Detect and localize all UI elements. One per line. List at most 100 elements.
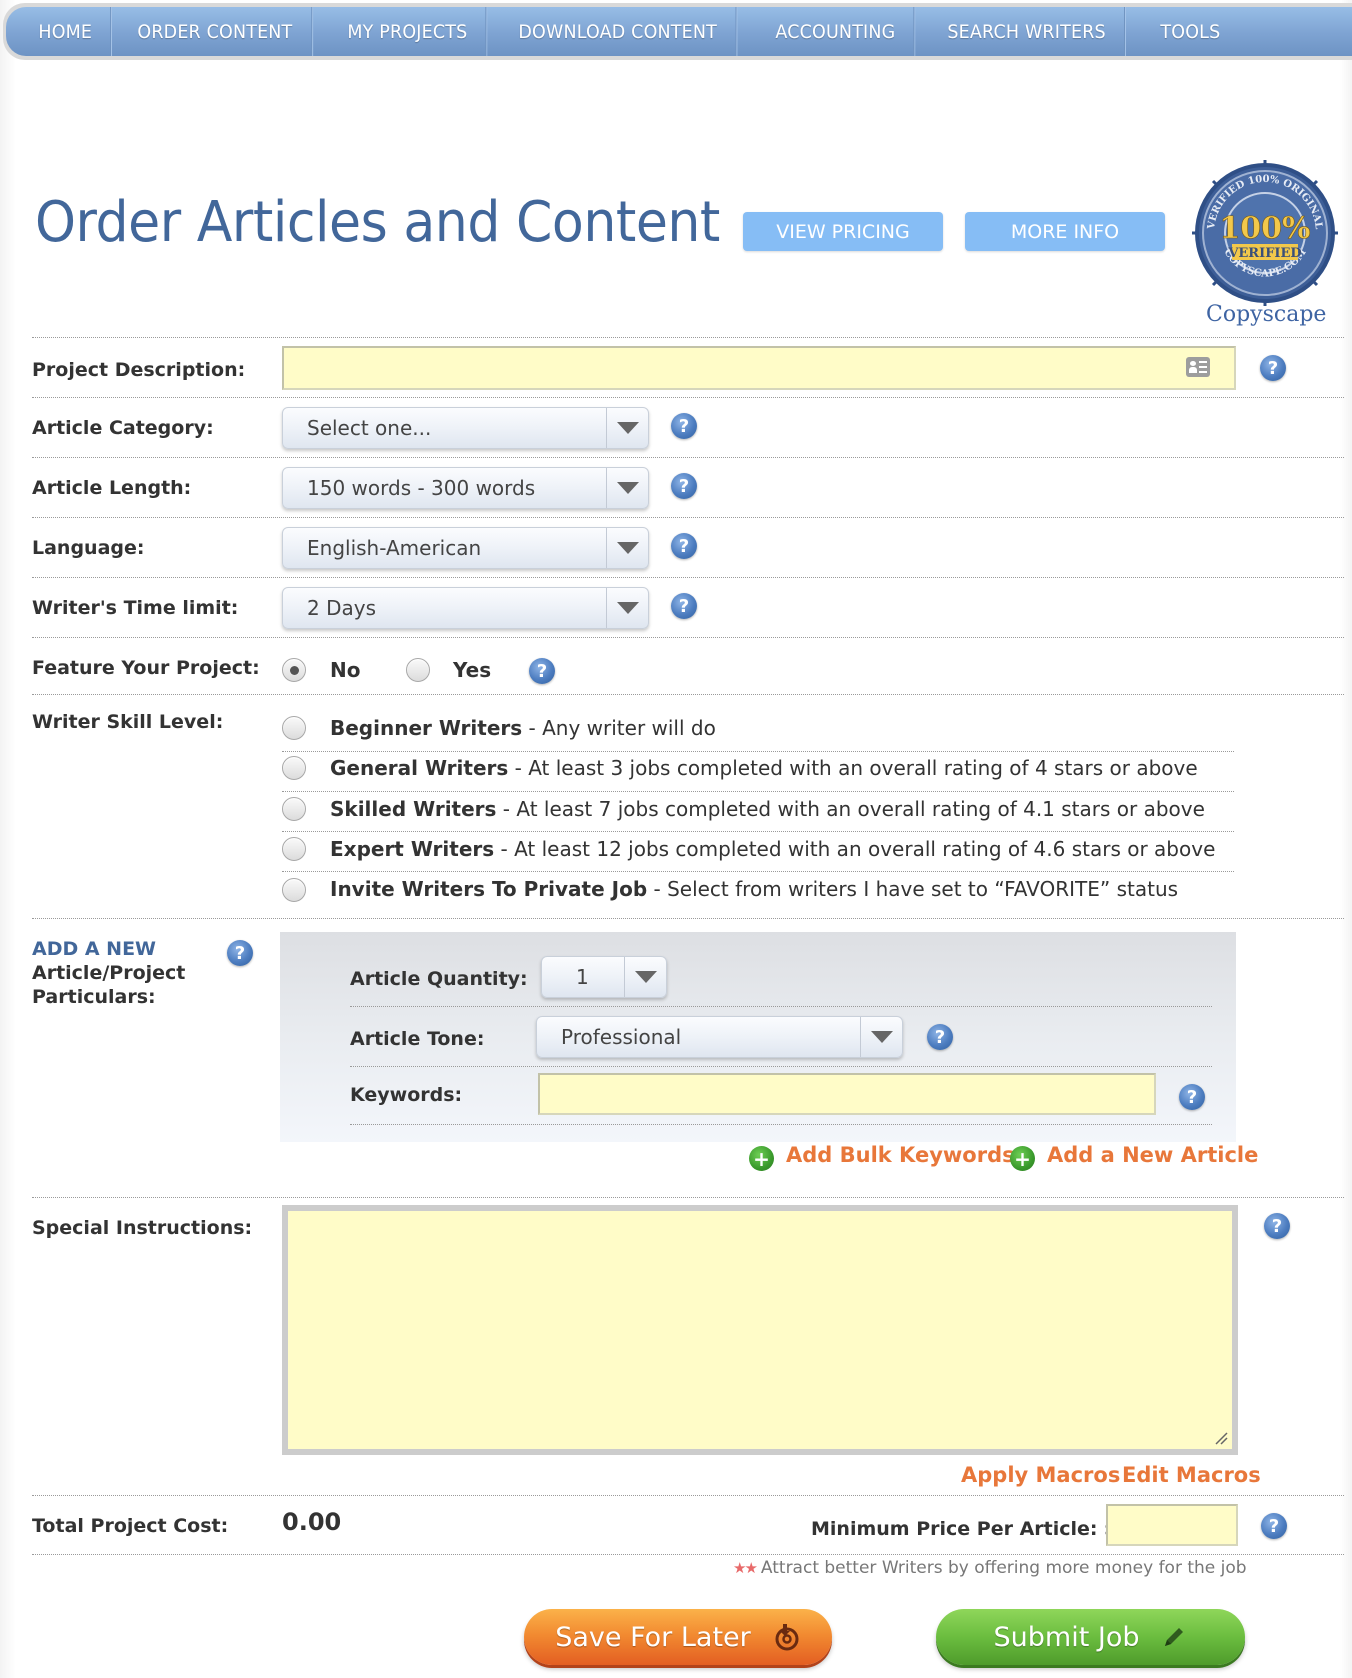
nav-accounting[interactable]: ACCOUNTING [757, 7, 915, 56]
save-for-later-label: Save For Later [555, 1621, 751, 1653]
chevron-down-icon[interactable] [860, 1017, 902, 1057]
page-title: Order Articles and Content [35, 190, 720, 255]
add-new-article-plus-icon[interactable]: + [1010, 1146, 1035, 1171]
min-price-hint: ★★ Attract better Writers by offering mor… [733, 1558, 1247, 1578]
skill-private-option[interactable]: Invite Writers To Private Job - Select f… [330, 877, 1178, 901]
copyscape-label[interactable]: Copyscape [1206, 302, 1326, 327]
skill-beginner-option[interactable]: Beginner Writers - Any writer will do [330, 716, 716, 740]
divider [282, 791, 1234, 792]
main-nav: HOME ORDER CONTENT MY PROJECTS DOWNLOAD … [3, 3, 1352, 60]
article-length-select[interactable]: 150 words - 300 words [282, 467, 649, 509]
submit-job-button[interactable]: Submit Job [936, 1609, 1245, 1665]
article-length-label: Article Length: [32, 477, 192, 499]
nav-bar: HOME ORDER CONTENT MY PROJECTS DOWNLOAD … [6, 7, 1352, 56]
view-pricing-button[interactable]: VIEW PRICING [743, 212, 943, 251]
article-quantity-label: Article Quantity: [350, 968, 528, 990]
chevron-down-icon[interactable] [606, 528, 648, 568]
divider [350, 1006, 1212, 1007]
article-category-label: Article Category: [32, 417, 214, 439]
apply-macros-link[interactable]: Apply Macros [961, 1463, 1120, 1487]
skill-private-radio[interactable] [282, 878, 306, 902]
submit-job-label: Submit Job [993, 1621, 1140, 1653]
special-instructions-textarea[interactable] [282, 1205, 1238, 1455]
svg-text:100%: 100% [1219, 211, 1310, 246]
skill-general-radio[interactable] [282, 756, 306, 780]
skill-skilled-radio[interactable] [282, 797, 306, 821]
article-category-help-icon[interactable]: ? [671, 413, 697, 439]
edit-macros-link[interactable]: Edit Macros [1122, 1463, 1261, 1487]
feature-yes-radio[interactable] [406, 658, 430, 682]
particulars-label-line1: Article/Project [32, 962, 186, 984]
article-length-help-icon[interactable]: ? [671, 473, 697, 499]
nav-download-content[interactable]: DOWNLOAD CONTENT [500, 7, 737, 56]
divider [32, 577, 1344, 578]
language-help-icon[interactable]: ? [671, 533, 697, 559]
total-cost-label: Total Project Cost: [32, 1515, 229, 1537]
pencil-icon [1161, 1624, 1187, 1650]
add-bulk-keywords-link[interactable]: Add Bulk Keywords [786, 1143, 1015, 1167]
chevron-down-icon[interactable] [606, 468, 648, 508]
min-price-input[interactable] [1106, 1504, 1238, 1546]
chevron-down-icon[interactable] [606, 588, 648, 628]
time-limit-label: Writer's Time limit: [32, 597, 239, 619]
chevron-down-icon[interactable] [606, 408, 648, 448]
total-cost-value: 0.00 [282, 1508, 342, 1536]
stars-icon: ★★ [733, 1559, 758, 1577]
particulars-label-line2: Particulars: [32, 986, 156, 1008]
skill-skilled-option[interactable]: Skilled Writers - At least 7 jobs comple… [330, 797, 1205, 821]
nav-home[interactable]: HOME [20, 7, 112, 56]
keywords-help-icon[interactable]: ? [1179, 1084, 1205, 1110]
divider [282, 871, 1234, 872]
skill-expert-radio[interactable] [282, 837, 306, 861]
more-info-button[interactable]: MORE INFO [965, 212, 1165, 251]
article-tone-select[interactable]: Professional [536, 1016, 903, 1058]
time-limit-value: 2 Days [307, 596, 376, 620]
skill-expert-option[interactable]: Expert Writers - At least 12 jobs comple… [330, 837, 1215, 861]
article-quantity-value: 1 [576, 965, 589, 989]
save-disc-icon [773, 1623, 801, 1651]
nav-my-projects[interactable]: MY PROJECTS [329, 7, 487, 56]
article-tone-help-icon[interactable]: ? [927, 1024, 953, 1050]
article-category-select[interactable]: Select one... [282, 407, 649, 449]
feature-no-label[interactable]: No [330, 658, 360, 682]
nav-order-content[interactable]: ORDER CONTENT [119, 7, 313, 56]
copyscape-badge[interactable]: VERIFIED 100% ORIGINAL COPYSCAPE.COM 100… [1192, 160, 1338, 306]
divider [282, 831, 1234, 832]
divider [32, 397, 1344, 398]
min-price-help-icon[interactable]: ? [1261, 1513, 1287, 1539]
divider [32, 1554, 1344, 1555]
divider [32, 1197, 1344, 1198]
svg-text:VERIFIED: VERIFIED [1227, 246, 1301, 261]
nav-tools[interactable]: TOOLS [1142, 7, 1239, 56]
time-limit-help-icon[interactable]: ? [671, 593, 697, 619]
divider [32, 637, 1344, 638]
feature-no-radio[interactable] [282, 658, 306, 682]
save-for-later-button[interactable]: Save For Later [524, 1609, 832, 1665]
language-select[interactable]: English-American [282, 527, 649, 569]
special-instructions-help-icon[interactable]: ? [1264, 1213, 1290, 1239]
divider [350, 1124, 1212, 1125]
divider [32, 457, 1344, 458]
add-new-article-link[interactable]: Add a New Article [1047, 1143, 1258, 1167]
divider [32, 694, 1344, 695]
feature-yes-label[interactable]: Yes [453, 658, 491, 682]
skill-beginner-radio[interactable] [282, 716, 306, 740]
add-bulk-keywords-plus-icon[interactable]: + [749, 1146, 774, 1171]
project-description-input[interactable] [282, 346, 1236, 390]
writer-skill-label: Writer Skill Level: [32, 711, 224, 733]
divider [32, 517, 1344, 518]
feature-project-help-icon[interactable]: ? [529, 658, 555, 684]
language-value: English-American [307, 536, 482, 560]
time-limit-select[interactable]: 2 Days [282, 587, 649, 629]
divider [32, 1495, 1344, 1496]
hint-text: Attract better Writers by offering more … [760, 1558, 1247, 1578]
keywords-input[interactable] [538, 1073, 1156, 1115]
skill-general-option[interactable]: General Writers - At least 3 jobs comple… [330, 756, 1198, 780]
article-quantity-select[interactable]: 1 [541, 956, 667, 998]
particulars-help-icon[interactable]: ? [227, 940, 253, 966]
resize-handle-icon[interactable] [1214, 1431, 1228, 1445]
chevron-down-icon[interactable] [624, 957, 666, 997]
project-description-help-icon[interactable]: ? [1260, 355, 1286, 381]
contact-card-icon[interactable] [1186, 357, 1210, 377]
nav-search-writers[interactable]: SEARCH WRITERS [929, 7, 1125, 56]
